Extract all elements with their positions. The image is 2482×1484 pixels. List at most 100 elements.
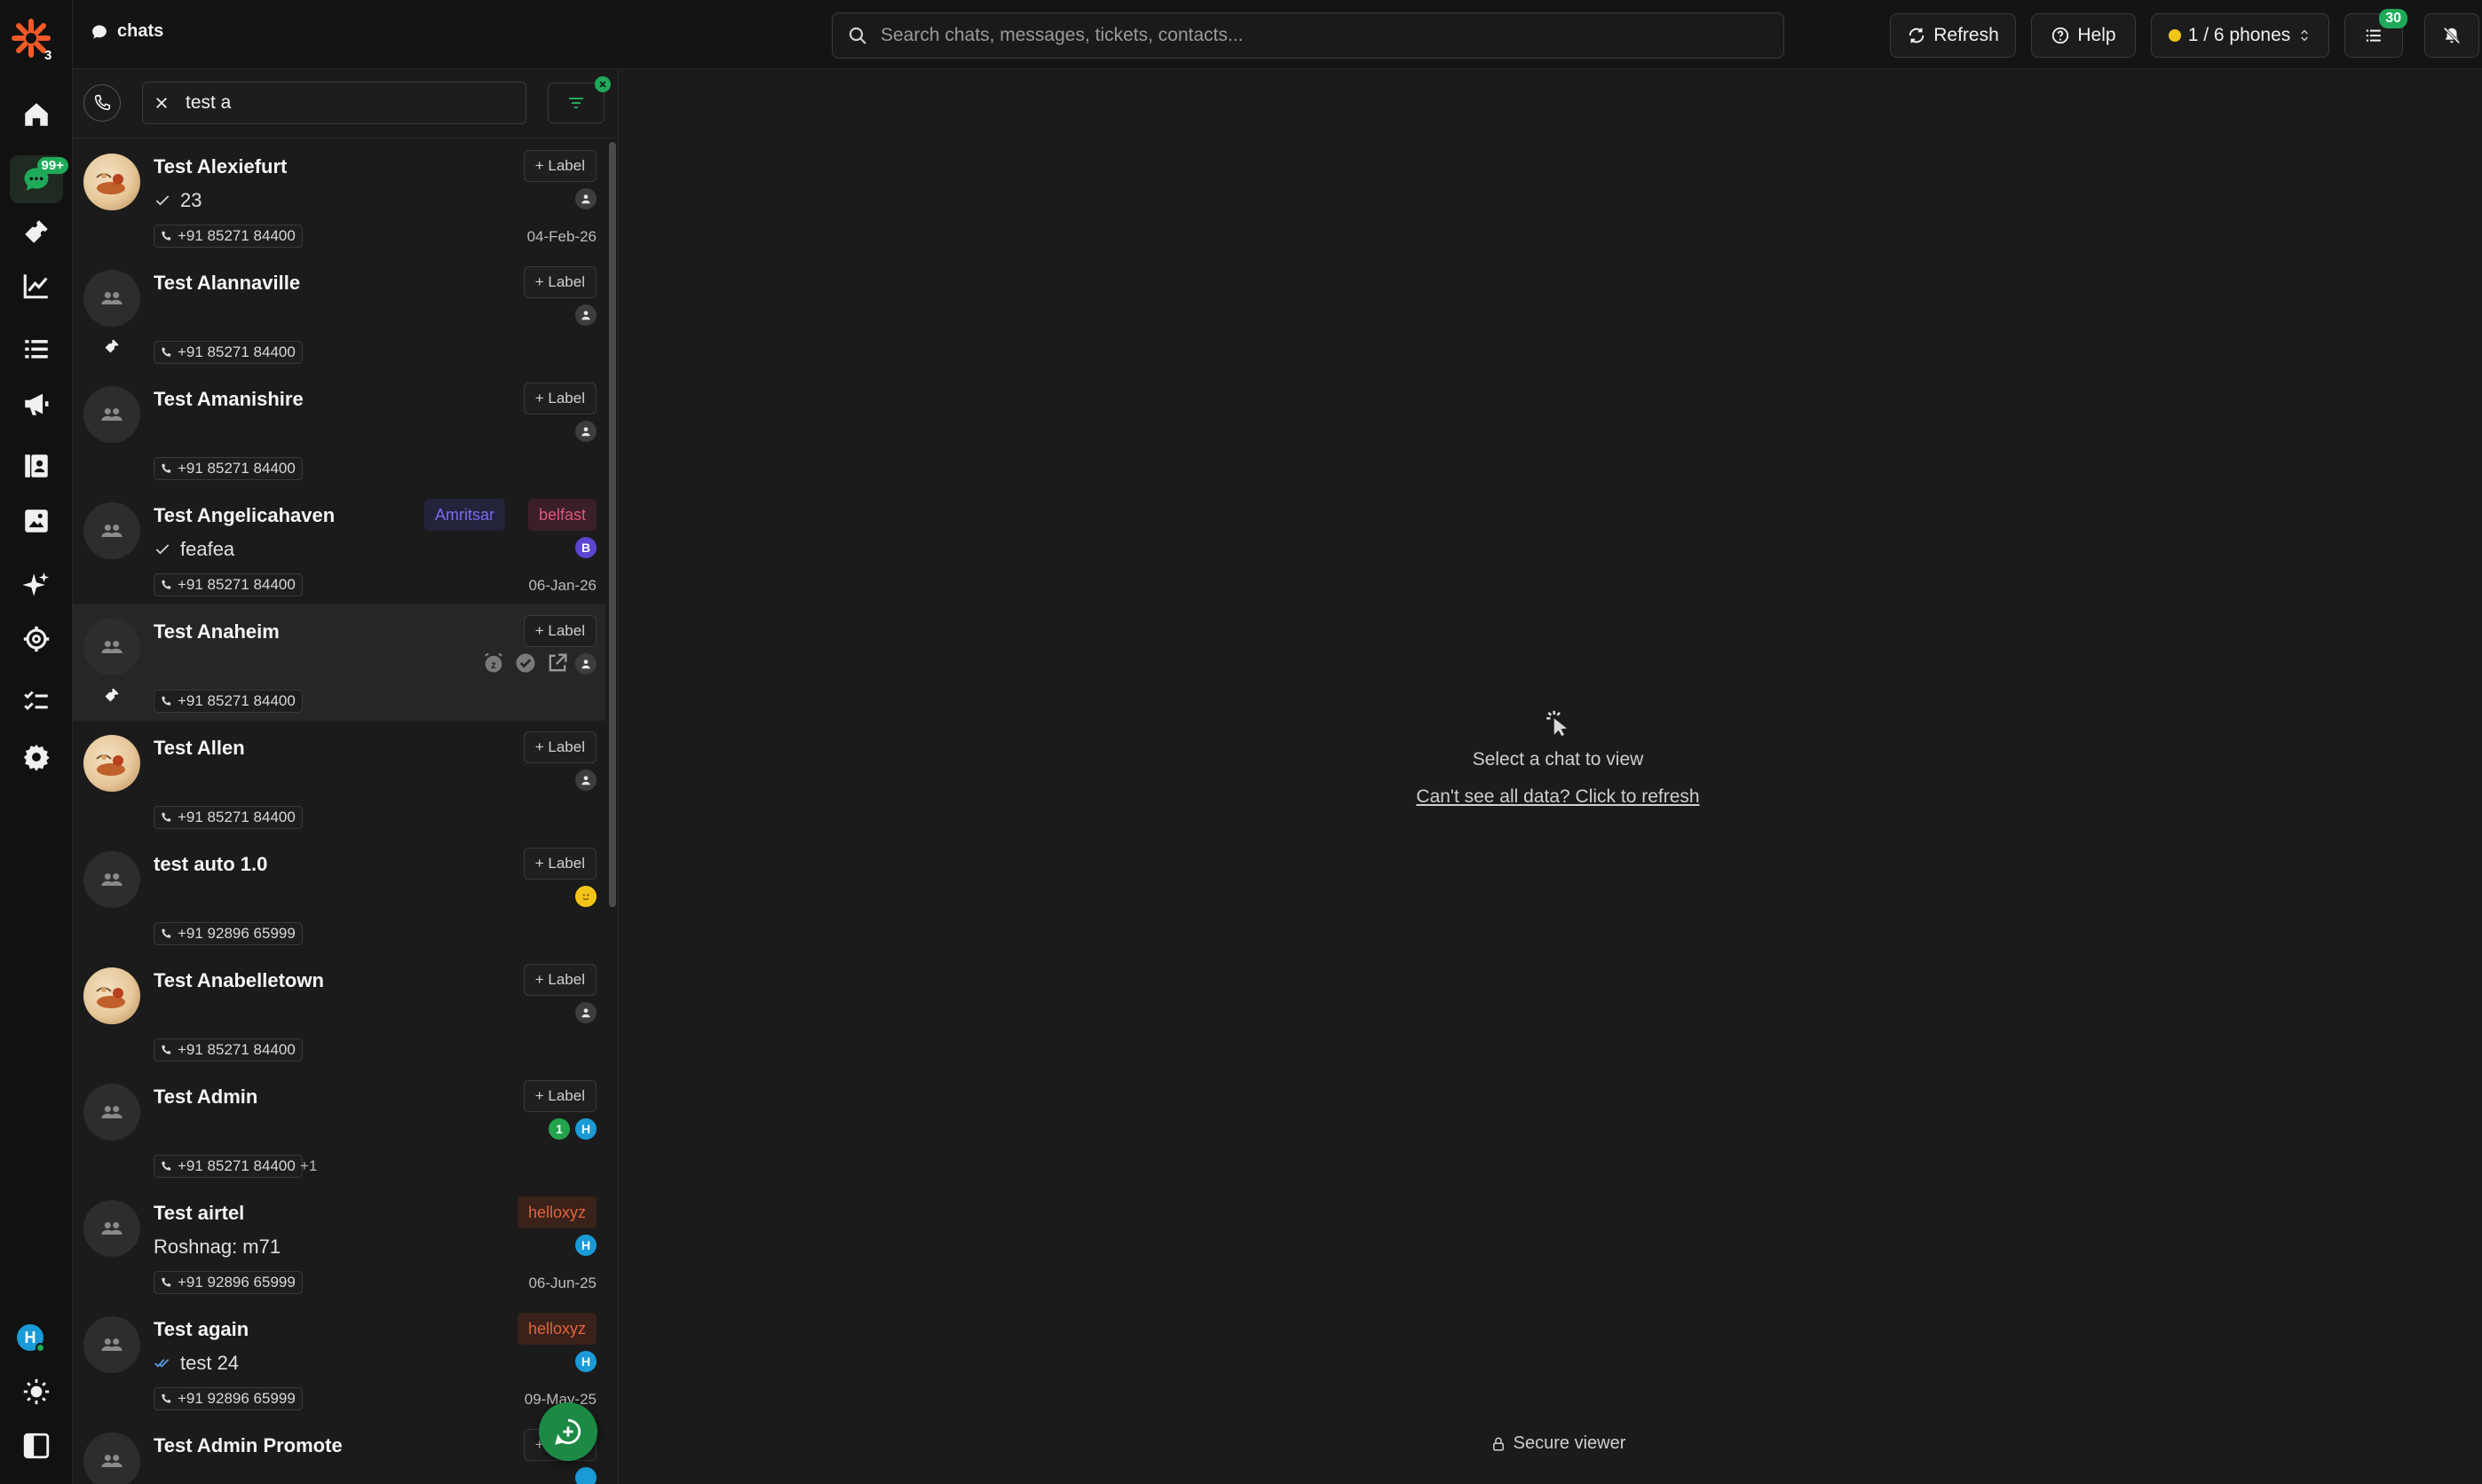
assignee-avatar[interactable] — [575, 1002, 597, 1023]
nav-contacts[interactable] — [10, 442, 63, 490]
close-icon — [599, 81, 606, 88]
filter-button[interactable] — [548, 76, 611, 123]
chat-list: Test Alexiefurt 23 +91 85271 84400 + Lab… — [73, 139, 605, 1484]
search-input[interactable] — [881, 25, 1751, 46]
contact-book-icon — [25, 454, 48, 478]
tasks-button[interactable]: 30 — [2344, 9, 2407, 58]
online-status-dot — [36, 1343, 45, 1353]
single-check-icon — [155, 544, 170, 555]
add-label-button[interactable]: + Label — [523, 1080, 597, 1112]
assignee-avatar[interactable] — [575, 653, 597, 675]
last-message: Roshnag: m71 — [154, 1235, 281, 1259]
nav-chats[interactable]: 99+ — [10, 155, 68, 203]
nav-list[interactable] — [10, 325, 63, 373]
assignee-avatar[interactable] — [575, 1467, 597, 1484]
nav-analytics[interactable] — [10, 262, 63, 310]
last-message-text: test 24 — [180, 1352, 240, 1374]
checklist-icon — [24, 691, 48, 711]
close-icon[interactable] — [154, 95, 170, 111]
chat-list-scrollbar[interactable] — [609, 142, 616, 907]
nav-integrations[interactable] — [10, 615, 63, 663]
nav-settings[interactable] — [10, 733, 63, 781]
phone-icon — [162, 812, 171, 822]
chat-name: Test airtel — [154, 1202, 245, 1224]
refresh-data-link[interactable]: Can't see all data? Click to refresh — [620, 786, 2482, 808]
chat-row[interactable]: Test Amanishire +91 85271 84400 + Label — [73, 372, 605, 488]
chat-row[interactable]: Test again test 24 +91 92896 65999 hello… — [73, 1302, 605, 1418]
chat-row[interactable]: Test Angelicahaven feafea +91 85271 8440… — [73, 488, 605, 604]
ticket-icon — [105, 688, 119, 702]
phone-number-chip: +91 92896 65999 — [154, 922, 303, 945]
open-external-icon[interactable] — [545, 651, 570, 675]
help-button[interactable]: Help — [2031, 13, 2136, 58]
phone-number: +91 85271 84400 — [178, 343, 296, 360]
phone-icon — [162, 463, 171, 473]
sun-icon — [23, 1378, 50, 1405]
group-icon — [101, 641, 123, 653]
label-tag[interactable]: Amritsar — [424, 499, 505, 531]
add-label-button[interactable]: + Label — [523, 150, 597, 182]
chat-name: Test Alexiefurt — [154, 155, 288, 178]
add-label-button[interactable]: + Label — [523, 383, 597, 414]
add-label-button[interactable]: + Label — [523, 848, 597, 880]
add-label-button[interactable]: + Label — [523, 266, 597, 298]
assignee-avatar[interactable]: 1 — [549, 1118, 570, 1140]
label-tag[interactable]: helloxyz — [517, 1196, 597, 1228]
phones-selector[interactable]: 1 / 6 phones — [2151, 13, 2329, 58]
assignee-avatar[interactable] — [575, 421, 597, 442]
app-logo[interactable]: 3 — [9, 16, 53, 63]
assignee-avatar[interactable]: H — [575, 1118, 597, 1140]
call-button[interactable] — [83, 84, 121, 122]
global-search[interactable] — [832, 12, 1784, 59]
snooze-icon[interactable]: z — [481, 651, 506, 675]
chat-row[interactable]: test auto 1.0 +91 92896 65999 + Label — [73, 837, 605, 953]
add-label-button[interactable]: + Label — [523, 964, 597, 996]
new-chat-button[interactable] — [539, 1402, 597, 1461]
assignee-avatar[interactable]: H — [575, 1235, 597, 1256]
user-avatar[interactable]: H — [17, 1324, 45, 1353]
add-label-button[interactable]: + Label — [523, 731, 597, 763]
home-icon — [25, 103, 48, 126]
chat-name: Test Admin Promote — [154, 1434, 343, 1456]
assignee-avatar[interactable]: H — [575, 1351, 597, 1372]
chat-row[interactable]: Test Allen +91 85271 84400 + Label — [73, 721, 605, 837]
chat-row[interactable]: Test Admin +91 85271 84400 +1 + Label 1 … — [73, 1070, 605, 1186]
filter-query[interactable]: test a — [186, 92, 231, 114]
assignee-avatar[interactable]: B — [575, 537, 597, 558]
chat-row[interactable]: Test Anaheim +91 85271 84400 + Label z — [73, 604, 605, 721]
phone-icon — [162, 347, 171, 357]
chat-row[interactable]: Test Admin Promote + Label — [73, 1418, 605, 1484]
chats-unread-badge: 99+ — [36, 157, 68, 174]
assignee-avatar[interactable] — [575, 886, 597, 907]
chat-row[interactable]: Test Anabelletown +91 85271 84400 + Labe… — [73, 953, 605, 1070]
refresh-button[interactable]: Refresh — [1890, 13, 2016, 58]
svg-text:z: z — [491, 659, 496, 671]
collapse-sidebar-button[interactable] — [10, 1422, 63, 1470]
nav-ai[interactable] — [10, 561, 63, 609]
notifications-toggle[interactable] — [2424, 13, 2479, 58]
phone-number: +91 85271 84400 — [178, 460, 296, 477]
sidebar-collapse-icon — [23, 1433, 50, 1459]
nav-media[interactable] — [10, 497, 63, 545]
nav-tickets[interactable] — [10, 208, 63, 256]
chat-row[interactable]: Test airtel Roshnag: m71 +91 92896 65999… — [73, 1186, 605, 1302]
assignee-avatar[interactable] — [575, 770, 597, 791]
theme-toggle[interactable] — [10, 1368, 63, 1416]
empty-state-message: Select a chat to view — [1472, 749, 1644, 770]
chat-filter-input[interactable]: test a — [142, 82, 526, 124]
add-label-button[interactable]: + Label — [523, 615, 597, 647]
filter-active-indicator[interactable] — [595, 76, 611, 92]
page-title-text: chats — [117, 21, 164, 41]
contact-avatar — [83, 270, 140, 327]
chat-row[interactable]: Test Alexiefurt 23 +91 85271 84400 + Lab… — [73, 139, 605, 256]
assignee-avatar[interactable] — [575, 188, 597, 209]
chat-row[interactable]: Test Alannaville +91 85271 84400 + Label — [73, 256, 605, 372]
label-tag[interactable]: helloxyz — [517, 1313, 597, 1345]
label-tag[interactable]: belfast — [527, 499, 597, 531]
nav-home[interactable] — [10, 91, 63, 138]
nav-broadcast[interactable] — [10, 380, 63, 428]
resolve-check-icon[interactable] — [513, 651, 538, 675]
assignee-avatar[interactable] — [575, 304, 597, 326]
nav-tasks[interactable] — [10, 678, 63, 726]
contact-avatar — [83, 154, 140, 210]
